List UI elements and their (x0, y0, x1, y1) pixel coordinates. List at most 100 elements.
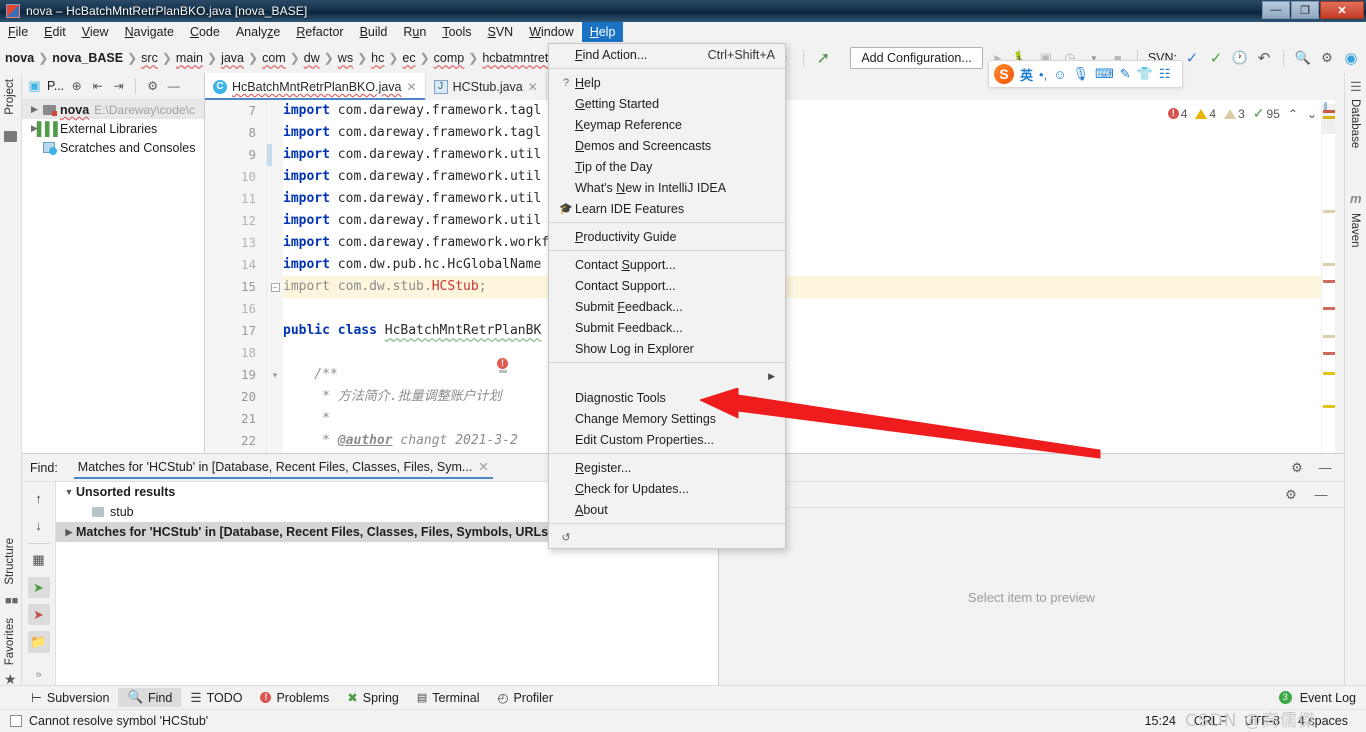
close-button[interactable]: ✕ (1320, 1, 1364, 19)
status-indent[interactable]: 4 spaces (1298, 714, 1348, 728)
project-panel-title[interactable]: P... (47, 79, 64, 93)
menu-tools[interactable]: Tools (434, 22, 479, 42)
menu-window[interactable]: Window (521, 22, 581, 42)
menu-help[interactable]: Help (582, 22, 624, 42)
breadcrumb-java[interactable]: java (218, 51, 247, 65)
menu-run[interactable]: Run (395, 22, 434, 42)
minimize-button[interactable]: — (1262, 1, 1290, 19)
bottom-tab-subversion[interactable]: ⊢ Subversion (22, 688, 118, 707)
error-stripe-scrollbar[interactable] (1321, 100, 1335, 453)
find-result-tab[interactable]: Matches for 'HCStub' in [Database, Recen… (70, 456, 497, 479)
status-line-separator[interactable]: CRLF (1194, 714, 1227, 728)
import-icon[interactable]: ➤ (28, 604, 50, 625)
bottom-tab-problems[interactable]: ! Problems (251, 689, 338, 707)
ime-mode-label[interactable]: 英 (1020, 65, 1033, 84)
sidebar-item-maven[interactable]: Maven (1349, 213, 1361, 248)
stripe-weak-marker[interactable] (1323, 210, 1335, 213)
breadcrumb-hc[interactable]: hc (368, 51, 387, 65)
stripe-warning-marker[interactable] (1323, 372, 1335, 375)
menu-item-contact-support[interactable]: Contact Support... (549, 254, 785, 275)
hide-panel-icon[interactable]: — (1312, 486, 1330, 504)
soft-keyboard-icon[interactable]: ⌨ (1095, 66, 1114, 82)
menu-item-tip-of-the-day[interactable]: Tip of the Day (549, 156, 785, 177)
bottom-tab-find[interactable]: 🔍 Find (118, 688, 181, 707)
settings-gear-icon[interactable]: ⚙ (1288, 459, 1306, 477)
menu-item-whats-new[interactable]: What's New in IntelliJ IDEA (549, 177, 785, 198)
group-by-icon[interactable]: ▦ (28, 550, 50, 571)
sidebar-item-favorites[interactable]: Favorites (4, 618, 16, 665)
hide-panel-icon[interactable]: — (1316, 459, 1334, 477)
menu-item-change-memory-settings[interactable]: Diagnostic Tools (549, 387, 785, 408)
error-lightbulb-icon[interactable]: ! (497, 358, 509, 373)
scroll-from-source-icon[interactable]: ⊕ (68, 78, 85, 95)
breadcrumb-nova[interactable]: nova (2, 51, 37, 65)
event-log-button[interactable]: 3 Event Log (1279, 691, 1366, 705)
stripe-weak-marker[interactable] (1323, 335, 1335, 338)
weak-warning-count-group[interactable]: 3 (1224, 107, 1245, 121)
add-configuration-button[interactable]: Add Configuration... (850, 47, 983, 69)
breadcrumb-nova-base[interactable]: nova_BASE (49, 51, 126, 65)
more-actions-icon[interactable]: » (28, 665, 50, 686)
svn-commit-icon[interactable]: ✓ (1207, 49, 1225, 67)
menu-code[interactable]: Code (182, 22, 228, 42)
inspection-score-group[interactable]: ✓ 95 (1253, 105, 1280, 122)
handwriting-icon[interactable]: ✎ (1120, 66, 1131, 82)
menu-edit[interactable]: Edit (36, 22, 74, 42)
menu-build[interactable]: Build (352, 22, 396, 42)
memory-indicator-icon[interactable] (10, 715, 22, 727)
undo-icon[interactable]: ↶ (1255, 49, 1273, 67)
code-text-region[interactable]: import com.dareway.framework.tagl import… (283, 100, 1335, 453)
close-icon[interactable]: ✕ (528, 80, 538, 94)
project-view-icon[interactable]: ▣ (26, 78, 43, 95)
editor-tab-hcbatchmntretrplanbko[interactable]: C HcBatchMntRetrPlanBKO.java ✕ (205, 73, 426, 100)
menu-item-find-action[interactable]: Find Action... Ctrl+Shift+A (549, 44, 785, 65)
fold-region-icon[interactable]: ▾ (271, 370, 280, 381)
settings-gear-icon[interactable]: ⚙ (1282, 486, 1300, 504)
punctuation-icon[interactable]: •, (1039, 67, 1047, 82)
breadcrumb-ec[interactable]: ec (399, 51, 418, 65)
sidebar-item-database[interactable]: Database (1349, 99, 1361, 148)
hide-panel-icon[interactable]: — (165, 78, 182, 95)
menu-file[interactable]: File (0, 22, 36, 42)
breadcrumb-comp[interactable]: comp (431, 51, 468, 65)
skin-icon[interactable]: 👕 (1137, 66, 1153, 82)
close-icon[interactable]: ✕ (407, 80, 417, 94)
tree-node-external-libraries[interactable]: ▶ ▌▌▌ External Libraries (22, 119, 204, 138)
warning-count-group[interactable]: 4 (1195, 107, 1216, 121)
menu-analyze[interactable]: Analyze (228, 22, 288, 42)
ide-logo-icon[interactable]: ◉ (1342, 49, 1360, 67)
close-icon[interactable]: ✕ (478, 459, 488, 474)
sidebar-item-project[interactable]: Project (4, 79, 16, 115)
collapse-all-icon[interactable]: ⇤ (89, 78, 106, 95)
editor-tab-hcstub[interactable]: J HCStub.java ✕ (426, 73, 547, 100)
prev-problem-icon[interactable]: ⌃ (1288, 107, 1298, 121)
menu-navigate[interactable]: Navigate (117, 22, 182, 42)
expand-all-icon[interactable]: ⇥ (110, 78, 127, 95)
fold-collapse-icon[interactable]: – (271, 283, 280, 292)
sogou-logo-icon[interactable]: S (994, 64, 1014, 84)
menu-item-productivity-guide[interactable]: Productivity Guide (549, 226, 785, 247)
menu-item-show-log-in-explorer[interactable]: Submit Feedback... (549, 317, 785, 338)
prev-occurrence-icon[interactable]: ↑ (28, 488, 50, 509)
next-occurrence-icon[interactable]: ↓ (28, 515, 50, 536)
stripe-weak-marker[interactable] (1323, 263, 1335, 266)
voice-input-icon[interactable]: 🎙 (1072, 66, 1089, 82)
toolbox-icon[interactable]: ☷ (1159, 66, 1171, 82)
stripe-error-marker[interactable] (1323, 352, 1335, 355)
inspection-widget[interactable]: ! 4 4 3 ✓ 95 ⌃ ⌄ (1168, 105, 1317, 122)
breadcrumb-ws[interactable]: ws (335, 51, 356, 65)
status-encoding[interactable]: UTF-8 (1245, 714, 1280, 728)
search-everywhere-icon[interactable]: 🔍 (1294, 49, 1312, 67)
sidebar-item-structure[interactable]: Structure (4, 538, 16, 585)
menu-item-submit-bug-report[interactable]: Contact Support... (549, 275, 785, 296)
menu-view[interactable]: View (74, 22, 117, 42)
menu-item-submit-feedback[interactable]: Submit Feedback... (549, 296, 785, 317)
export-to-file-icon[interactable]: ➤ (28, 577, 50, 598)
open-in-editor-icon[interactable]: 📁 (28, 631, 50, 652)
stripe-viewport-thumb[interactable] (1322, 104, 1335, 134)
settings-gear-icon[interactable]: ⚙ (144, 78, 161, 95)
menu-item-collect-logs[interactable]: Show Log in Explorer (549, 338, 785, 359)
build-hammer-icon[interactable]: ➚ (814, 49, 832, 67)
breadcrumb-main[interactable]: main (173, 51, 206, 65)
chevron-right-icon[interactable]: ▶ (28, 104, 41, 115)
